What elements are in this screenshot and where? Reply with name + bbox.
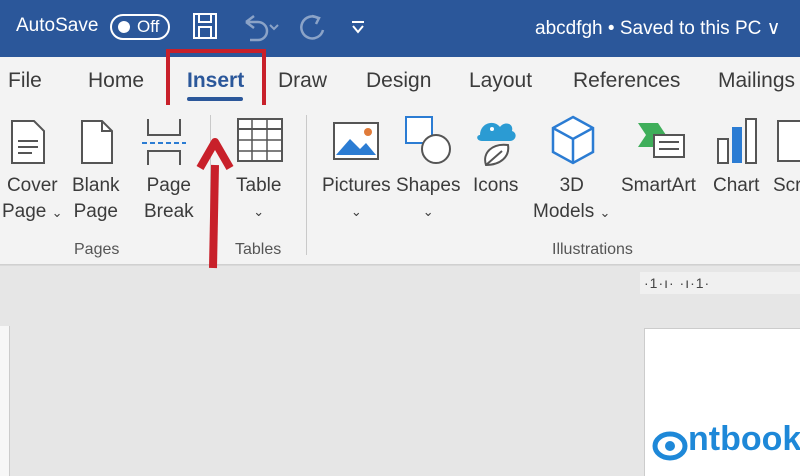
annotation-arrow-icon [0,0,800,476]
watermark-text: ntbook [688,420,800,458]
ntbook-logo-icon [652,424,692,469]
